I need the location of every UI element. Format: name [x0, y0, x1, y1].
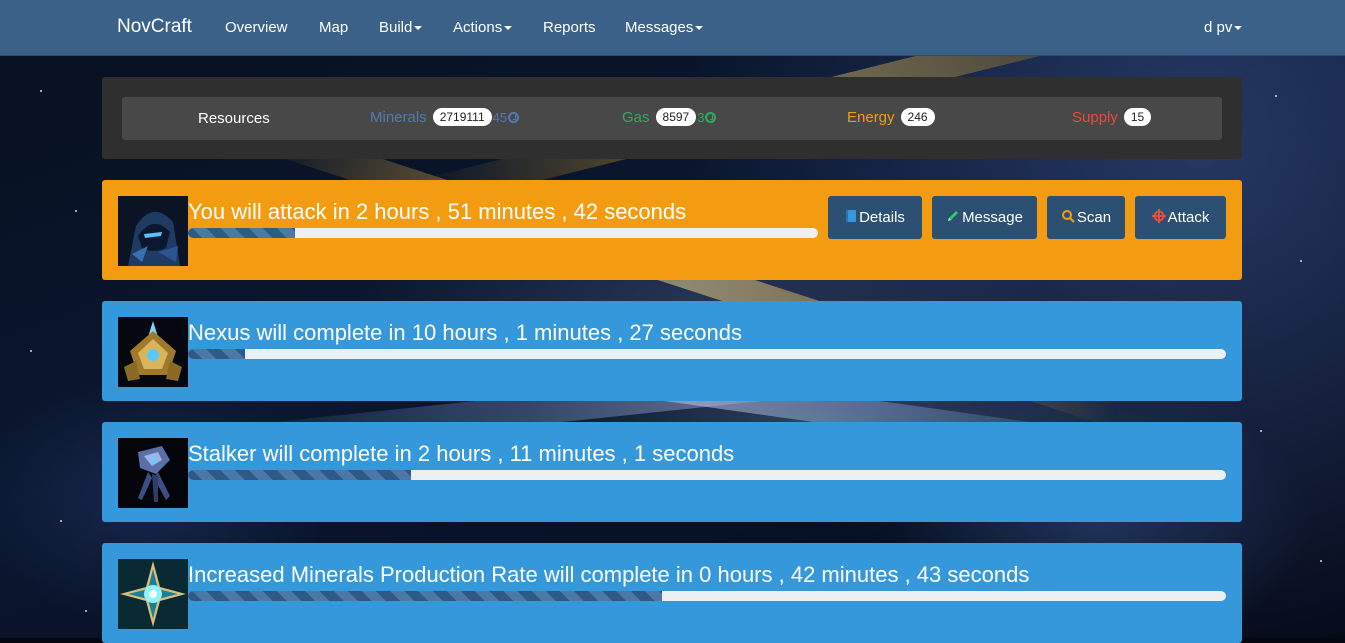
nav-build-label: Build	[379, 19, 413, 36]
nav-actions[interactable]: Actions	[453, 19, 513, 36]
energy-resource: Energy 246	[847, 108, 935, 126]
resources-panel: Resources Minerals 2719111 45 Gas 8597 3…	[102, 77, 1242, 159]
energy-label: Energy	[847, 108, 895, 126]
queue-progress-bar	[188, 470, 1226, 480]
nav-actions-label: Actions	[453, 19, 503, 36]
nav-build[interactable]: Build	[379, 19, 423, 36]
minerals-rate-value: 45	[492, 109, 508, 125]
nav-reports[interactable]: Reports	[543, 19, 596, 36]
user-menu[interactable]: d pv	[1204, 19, 1243, 36]
chevron-down-icon	[414, 26, 423, 31]
attack-progress-fill	[188, 228, 296, 238]
dark-templar-portrait	[118, 196, 188, 266]
brand-logo[interactable]: NovCraft	[117, 16, 192, 38]
queue-card-nexus: Nexus will complete in 10 hours , 1 minu…	[102, 301, 1242, 401]
chevron-down-icon	[504, 26, 513, 31]
user-name: d pv	[1204, 19, 1233, 36]
clock-icon	[705, 111, 717, 123]
crosshair-icon	[1151, 208, 1166, 227]
gas-rate-value: 3	[697, 109, 705, 125]
upgrade-portrait	[118, 559, 188, 629]
book-icon	[845, 209, 857, 227]
energy-value: 246	[900, 108, 935, 126]
queue-item-text: Stalker will complete in 2 hours , 11 mi…	[188, 441, 735, 466]
supply-label: Supply	[1072, 108, 1118, 126]
queue-progress-bar	[188, 591, 1226, 601]
clock-icon	[508, 111, 520, 123]
message-button-label: Message	[962, 209, 1023, 226]
scan-button[interactable]: Scan	[1047, 196, 1125, 239]
gas-resource: Gas 8597 3	[622, 108, 717, 126]
queue-progress-fill	[188, 470, 412, 480]
scan-button-label: Scan	[1076, 209, 1112, 226]
attack-event-card: You will attack in 2 hours , 51 minutes …	[102, 180, 1242, 280]
attack-button[interactable]: Attack	[1135, 196, 1226, 239]
attack-button-label: Attack	[1167, 209, 1210, 226]
attack-progress-bar	[188, 228, 818, 238]
gas-value: 8597	[655, 108, 697, 126]
minerals-label: Minerals	[370, 108, 427, 126]
stalker-portrait	[118, 438, 188, 508]
queue-progress-fill	[188, 349, 246, 359]
attack-countdown-text: You will attack in 2 hours , 51 minutes …	[188, 199, 687, 224]
chevron-down-icon	[1234, 26, 1243, 31]
gas-label: Gas	[622, 108, 650, 126]
nav-map[interactable]: Map	[319, 19, 348, 36]
nav-overview[interactable]: Overview	[225, 19, 288, 36]
message-button[interactable]: Message	[932, 196, 1037, 239]
details-button[interactable]: Details	[828, 196, 922, 239]
queue-card-stalker: Stalker will complete in 2 hours , 11 mi…	[102, 422, 1242, 522]
pencil-icon	[946, 209, 960, 227]
details-button-label: Details	[859, 209, 905, 226]
chevron-down-icon	[695, 26, 704, 31]
supply-value: 15	[1123, 108, 1152, 126]
top-navbar: NovCraft Overview Map Build Actions Repo…	[0, 0, 1345, 56]
queue-progress-fill	[188, 591, 663, 601]
queue-card-upgrade: Increased Minerals Production Rate will …	[102, 543, 1242, 643]
nav-messages-label: Messages	[625, 19, 694, 36]
supply-resource: Supply 15	[1072, 108, 1152, 126]
resources-bar: Resources Minerals 2719111 45 Gas 8597 3…	[122, 97, 1222, 140]
minerals-rate: 45	[492, 109, 520, 125]
minerals-resource: Minerals 2719111 45	[370, 108, 520, 126]
queue-progress-bar	[188, 349, 1226, 359]
gas-rate: 3	[697, 109, 717, 125]
resources-title: Resources	[198, 110, 270, 127]
queue-item-text: Increased Minerals Production Rate will …	[188, 562, 1030, 587]
queue-item-text: Nexus will complete in 10 hours , 1 minu…	[188, 320, 742, 345]
search-icon	[1061, 209, 1075, 227]
minerals-value: 2719111	[432, 108, 492, 126]
nexus-portrait	[118, 317, 188, 387]
nav-messages[interactable]: Messages	[625, 19, 704, 36]
